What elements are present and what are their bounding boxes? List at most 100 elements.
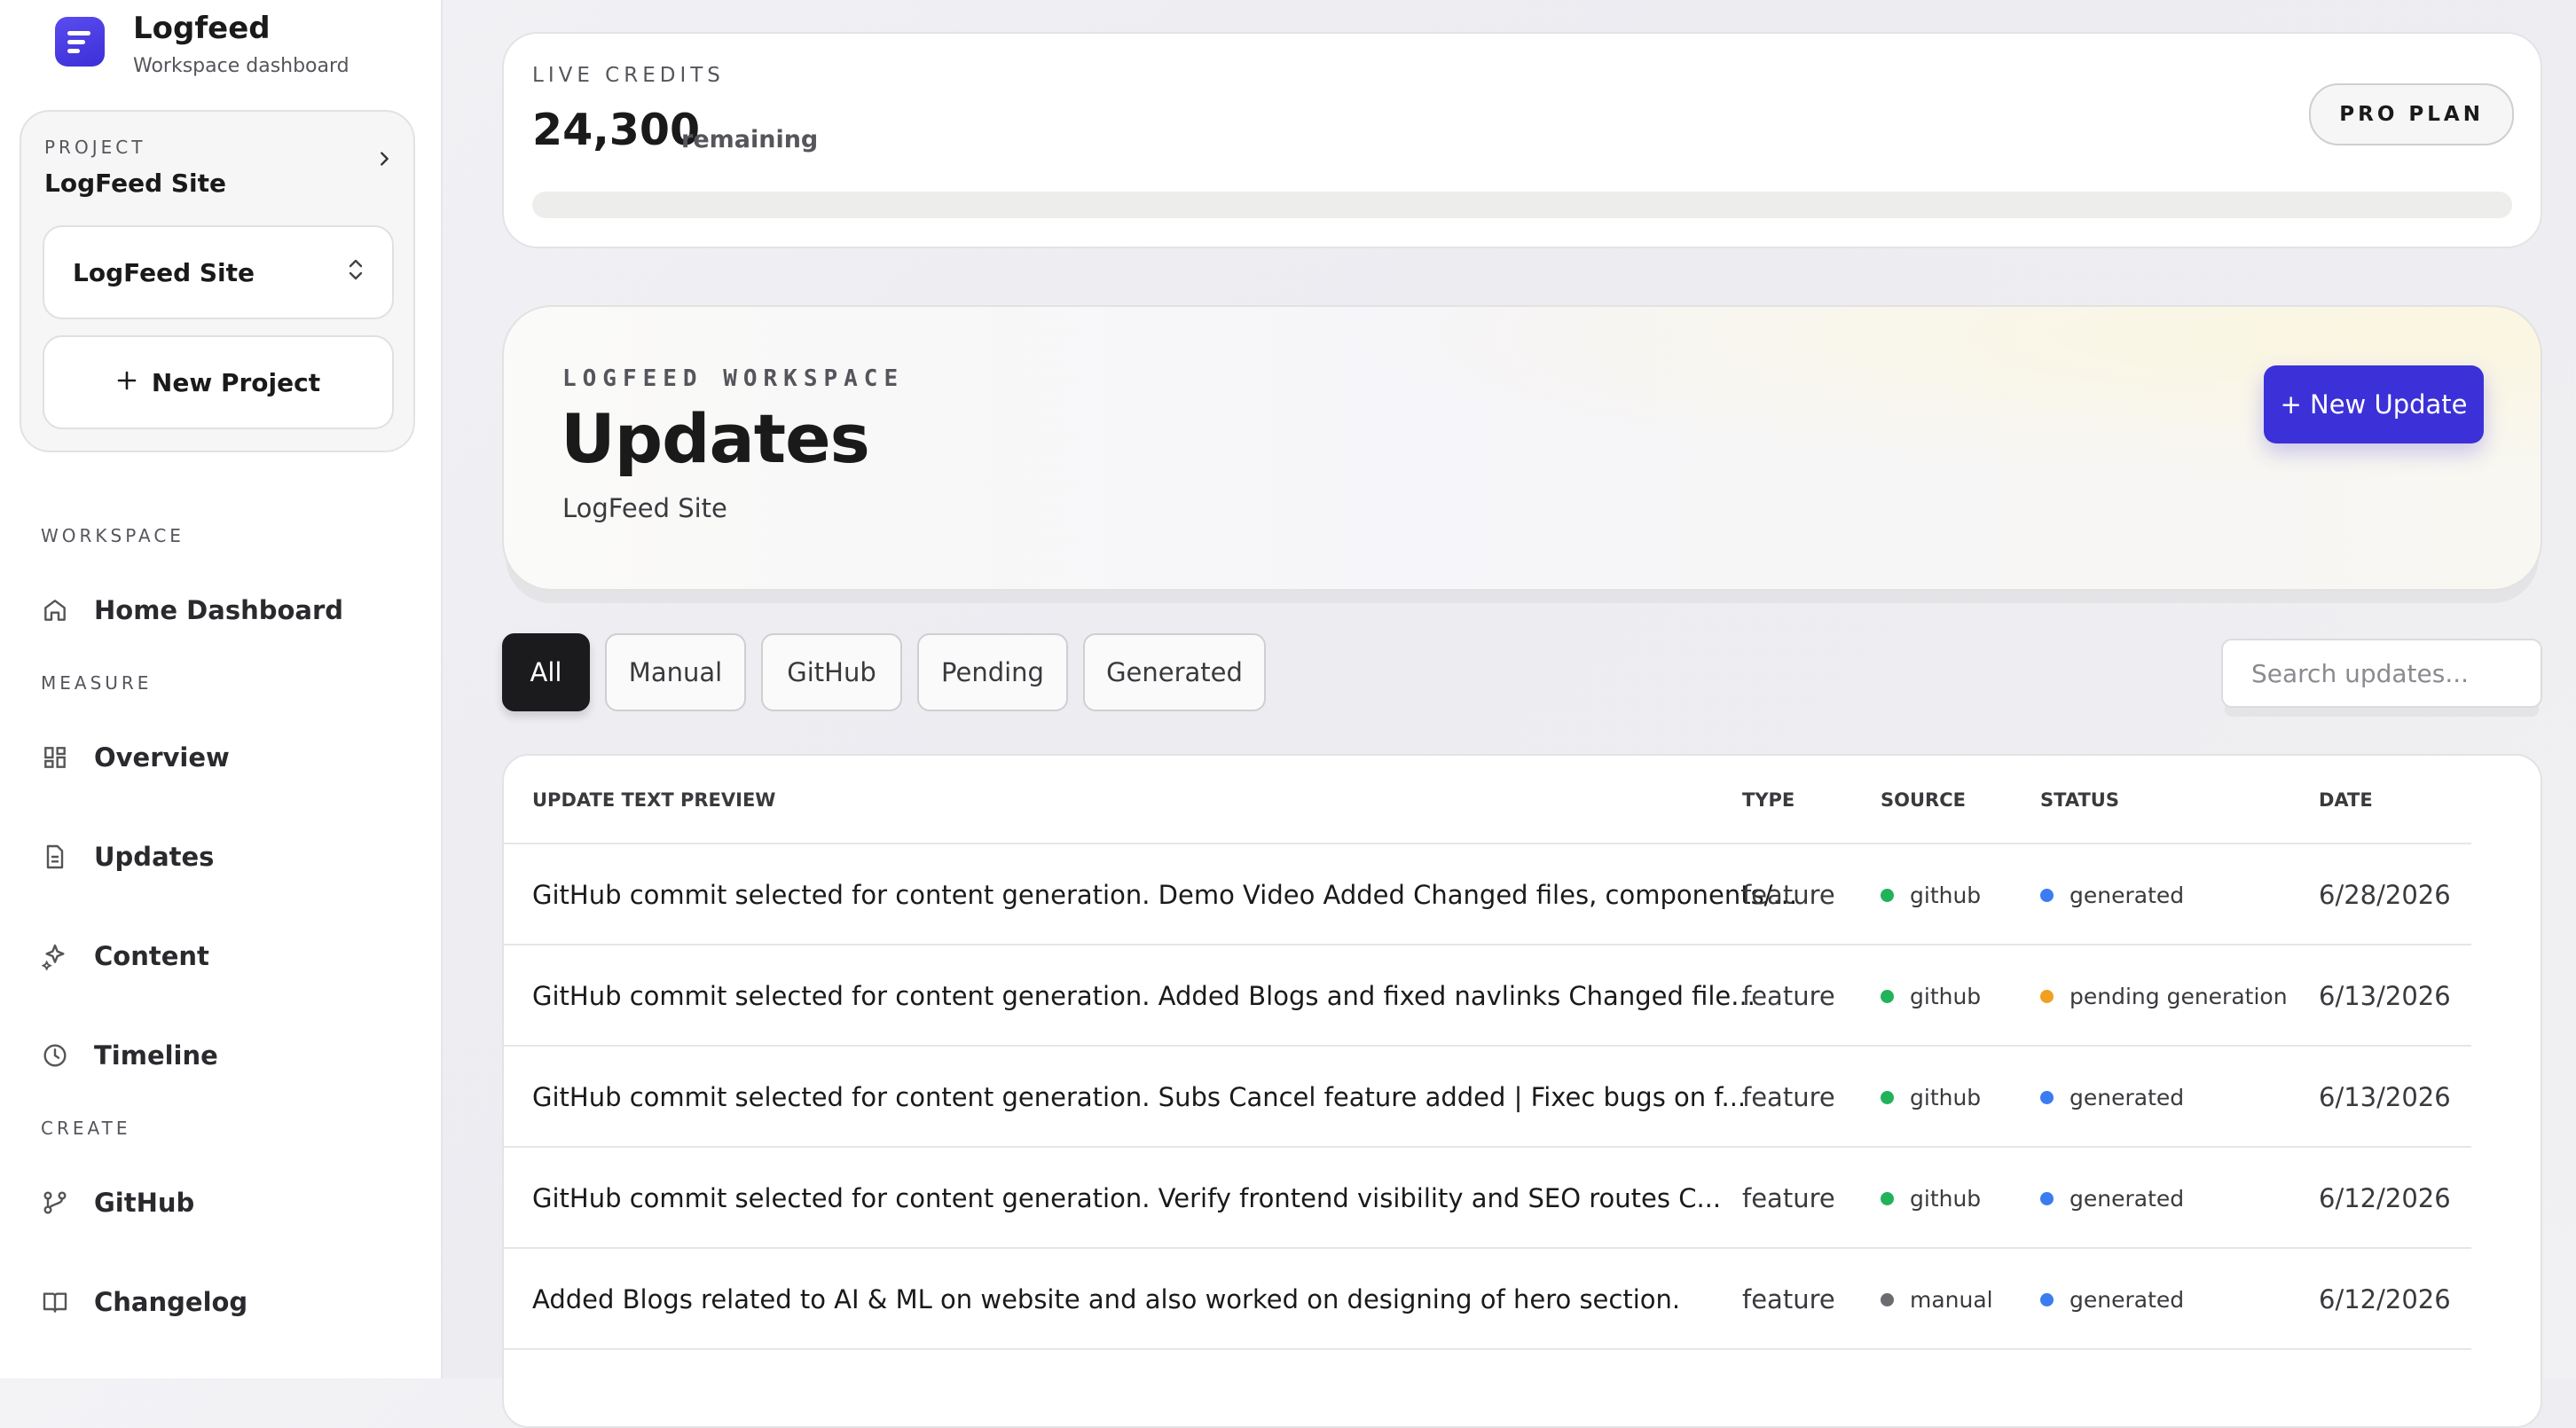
row-source: github xyxy=(1881,1148,1981,1249)
project-card: PROJECT LogFeed Site LogFeed Site New Pr… xyxy=(20,110,415,452)
sidebar-item-overview[interactable]: Overview xyxy=(41,731,413,784)
status-dot-icon xyxy=(2040,888,2054,902)
plan-badge[interactable]: PRO PLAN xyxy=(2309,83,2514,145)
status-dot-icon xyxy=(2040,1292,2054,1306)
row-source: manual xyxy=(1881,1249,1993,1350)
row-status: generated xyxy=(2040,1148,2184,1249)
table-row[interactable] xyxy=(504,1348,2471,1426)
row-status-label: generated xyxy=(2069,1084,2185,1110)
row-type: feature xyxy=(1742,981,1835,1011)
row-status-label: pending generation xyxy=(2069,983,2288,1009)
status-dot-icon xyxy=(2040,1090,2054,1104)
nav-section-workspace: WORKSPACE xyxy=(41,525,185,546)
row-status-label: generated xyxy=(2069,1185,2185,1212)
book-open-icon xyxy=(43,1292,67,1313)
row-date: 6/12/2026 xyxy=(2319,1284,2451,1314)
column-header-preview: UPDATE TEXT PREVIEW xyxy=(532,789,776,811)
row-date: 6/28/2026 xyxy=(2319,880,2451,910)
row-date: 6/13/2026 xyxy=(2319,981,2451,1011)
hero-card: LOGFEED WORKSPACE Updates LogFeed Site +… xyxy=(502,305,2542,591)
row-type: feature xyxy=(1742,1082,1835,1112)
page-subtitle: LogFeed Site xyxy=(562,493,727,523)
source-dot-icon xyxy=(1881,989,1894,1003)
git-branch-icon xyxy=(43,1191,67,1214)
new-update-button[interactable]: + New Update xyxy=(2264,365,2484,443)
filter-github[interactable]: GitHub xyxy=(761,633,902,711)
row-source-label: github xyxy=(1910,882,1982,908)
chevron-up-down-icon xyxy=(346,256,365,289)
sidebar-item-github[interactable]: GitHub xyxy=(41,1176,413,1229)
hero-kicker: LOGFEED WORKSPACE xyxy=(562,365,905,392)
sidebar-item-home-dashboard[interactable]: Home Dashboard xyxy=(41,584,413,637)
sparkles-icon xyxy=(41,944,65,970)
document-icon xyxy=(46,844,64,869)
clock-icon xyxy=(43,1044,67,1067)
row-status-label: generated xyxy=(2069,1286,2185,1313)
sidebar-item-timeline[interactable]: Timeline xyxy=(41,1029,413,1082)
sidebar-item-updates[interactable]: Updates xyxy=(41,830,413,883)
home-icon xyxy=(44,600,66,621)
row-date: 6/12/2026 xyxy=(2319,1183,2451,1213)
row-source: github xyxy=(1881,945,1981,1047)
sidebar: Logfeed Workspace dashboard PROJECT LogF… xyxy=(0,0,443,1378)
row-text: GitHub commit selected for content gener… xyxy=(532,1183,1722,1213)
new-project-button[interactable]: New Project xyxy=(43,335,394,429)
row-text: GitHub commit selected for content gener… xyxy=(532,1082,1747,1112)
row-source: github xyxy=(1881,1047,1981,1148)
row-date: 6/13/2026 xyxy=(2319,1082,2451,1112)
source-dot-icon xyxy=(1881,1191,1894,1205)
project-selector[interactable]: LogFeed Site xyxy=(43,225,394,319)
brand-logo-icon xyxy=(55,17,105,67)
updates-table: UPDATE TEXT PREVIEW TYPE SOURCE STATUS D… xyxy=(502,754,2542,1428)
source-dot-icon xyxy=(1881,1090,1894,1104)
source-dot-icon xyxy=(1881,888,1894,902)
row-status: generated xyxy=(2040,1249,2184,1350)
filter-manual[interactable]: Manual xyxy=(605,633,746,711)
table-row[interactable]: GitHub commit selected for content gener… xyxy=(504,1045,2471,1148)
plus-icon xyxy=(116,368,137,397)
row-source-label: manual xyxy=(1910,1286,1993,1313)
row-status-label: generated xyxy=(2069,882,2185,908)
column-header-source: SOURCE xyxy=(1881,789,1966,811)
source-dot-icon xyxy=(1881,1292,1894,1306)
sidebar-item-label: Overview xyxy=(94,742,230,773)
sidebar-item-label: Changelog xyxy=(94,1287,248,1317)
table-row[interactable]: GitHub commit selected for content gener… xyxy=(504,944,2471,1047)
filter-pending[interactable]: Pending xyxy=(917,633,1068,711)
row-status: pending generation xyxy=(2040,945,2288,1047)
credits-card: LIVE CREDITS 24,300 remaining PRO PLAN xyxy=(502,32,2542,248)
sidebar-item-label: Home Dashboard xyxy=(94,595,344,625)
credits-kicker: LIVE CREDITS xyxy=(532,64,725,87)
row-status: generated xyxy=(2040,844,2184,945)
row-source: github xyxy=(1881,844,1981,945)
status-dot-icon xyxy=(2040,1191,2054,1205)
project-kicker: PROJECT xyxy=(44,137,146,158)
status-dot-icon xyxy=(2040,989,2054,1003)
row-text: Added Blogs related to AI & ML on websit… xyxy=(532,1284,1681,1314)
row-source-label: github xyxy=(1910,983,1982,1009)
page-title: Updates xyxy=(561,399,870,478)
filter-all[interactable]: All xyxy=(502,633,590,711)
sidebar-item-label: Content xyxy=(94,941,209,971)
search-input[interactable]: Search updates... xyxy=(2221,639,2542,708)
nav-section-measure: MEASURE xyxy=(41,672,153,694)
brand-name: Logfeed xyxy=(133,11,271,46)
sidebar-item-content[interactable]: Content xyxy=(41,930,413,983)
sidebar-item-changelog[interactable]: Changelog xyxy=(41,1275,413,1329)
table-row[interactable]: GitHub commit selected for content gener… xyxy=(504,843,2471,945)
new-project-label: New Project xyxy=(151,367,321,397)
column-header-type: TYPE xyxy=(1742,789,1795,811)
grid-icon xyxy=(44,747,66,768)
sidebar-item-label: GitHub xyxy=(94,1188,195,1218)
row-text: GitHub commit selected for content gener… xyxy=(532,981,1755,1011)
row-source-label: github xyxy=(1910,1084,1982,1110)
table-row[interactable]: Added Blogs related to AI & ML on websit… xyxy=(504,1247,2471,1350)
row-type: feature xyxy=(1742,1284,1835,1314)
row-type: feature xyxy=(1742,1183,1835,1213)
table-row[interactable]: GitHub commit selected for content gener… xyxy=(504,1146,2471,1249)
credits-progress-bar xyxy=(532,192,2512,218)
filter-generated[interactable]: Generated xyxy=(1083,633,1266,711)
chevron-right-icon[interactable] xyxy=(367,142,401,176)
sidebar-item-label: Updates xyxy=(94,842,215,872)
project-name: LogFeed Site xyxy=(44,169,227,198)
